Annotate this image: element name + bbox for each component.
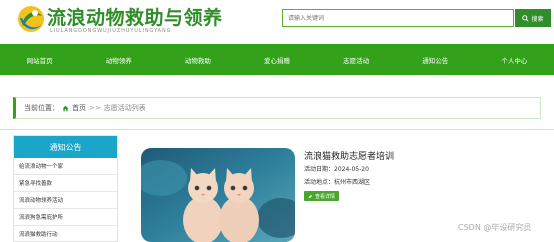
post-title[interactable]: 流浪猫救助志愿者培训 bbox=[304, 149, 394, 162]
sidebar-item[interactable]: 流浪猫救助行动 bbox=[14, 226, 117, 242]
nav-item-volunteer[interactable]: 志愿活动 bbox=[317, 44, 396, 75]
view-detail-button[interactable]: 查看详情 bbox=[304, 191, 339, 201]
nav-item-profile[interactable]: 个人中心 bbox=[475, 44, 554, 75]
search-button-label: 搜索 bbox=[531, 15, 544, 23]
nav-item-donation[interactable]: 爱心捐赠 bbox=[237, 44, 316, 75]
search-input[interactable] bbox=[283, 10, 513, 26]
two-kittens-photo[interactable] bbox=[141, 148, 295, 242]
sidebar-item[interactable]: 紧急寻找善款 bbox=[14, 175, 117, 192]
post-location: 活动地点：杭州市西湖区 bbox=[304, 177, 370, 186]
breadcrumb-separator: >> bbox=[89, 104, 101, 112]
site-title[interactable]: 流浪动物救助与领养 bbox=[47, 3, 223, 30]
section-divider bbox=[0, 129, 554, 130]
nav-item-rescue[interactable]: 动物救助 bbox=[158, 44, 237, 75]
breadcrumb-current: 志愿活动列表 bbox=[103, 104, 146, 112]
search-icon bbox=[522, 14, 530, 22]
home-icon bbox=[62, 105, 69, 111]
post-date-value: 2024-05-20 bbox=[334, 166, 369, 173]
view-detail-label: 查看详情 bbox=[314, 193, 335, 200]
globe-leaf-icon[interactable] bbox=[16, 4, 46, 34]
site-subtitle: LIULANGDONGWUJIUZHUYULINGYANG bbox=[50, 28, 172, 34]
site-header: 流浪动物救助与领养 LIULANGDONGWUJIUZHUYULINGYANG … bbox=[0, 0, 554, 44]
notice-sidebar: 通知公告 给流浪动物一个家 紧急寻找善款 流浪动物领养活动 流浪狗急需庇护所 流… bbox=[13, 135, 118, 242]
breadcrumb-home-link[interactable]: 首页 bbox=[72, 103, 86, 113]
sidebar-item[interactable]: 流浪动物领养活动 bbox=[14, 192, 117, 209]
sidebar-item[interactable]: 给流浪动物一个家 bbox=[14, 158, 117, 175]
post-date: 活动日期：2024-05-20 bbox=[304, 164, 369, 173]
main-nav: 网站首页 动物领养 动物救助 爱心捐赠 志愿活动 通知公告 个人中心 bbox=[0, 44, 554, 75]
watermark: CSDN @毕设研究员 bbox=[458, 223, 532, 232]
nav-item-notice[interactable]: 通知公告 bbox=[396, 44, 475, 75]
breadcrumb: 当前位置： 首页 >> 志愿活动列表 bbox=[13, 97, 541, 119]
detail-icon bbox=[308, 194, 312, 198]
post-date-label: 活动日期： bbox=[304, 166, 335, 173]
search-button[interactable]: 搜索 bbox=[515, 9, 551, 27]
sidebar-item[interactable]: 流浪狗急需庇护所 bbox=[14, 209, 117, 226]
nav-item-adoption[interactable]: 动物领养 bbox=[79, 44, 158, 75]
nav-item-home[interactable]: 网站首页 bbox=[0, 44, 79, 75]
breadcrumb-prefix: 当前位置： bbox=[24, 104, 59, 112]
post-location-label: 活动地点： bbox=[304, 179, 335, 186]
sidebar-title: 通知公告 bbox=[14, 136, 117, 158]
post-location-value: 杭州市西湖区 bbox=[334, 179, 371, 186]
